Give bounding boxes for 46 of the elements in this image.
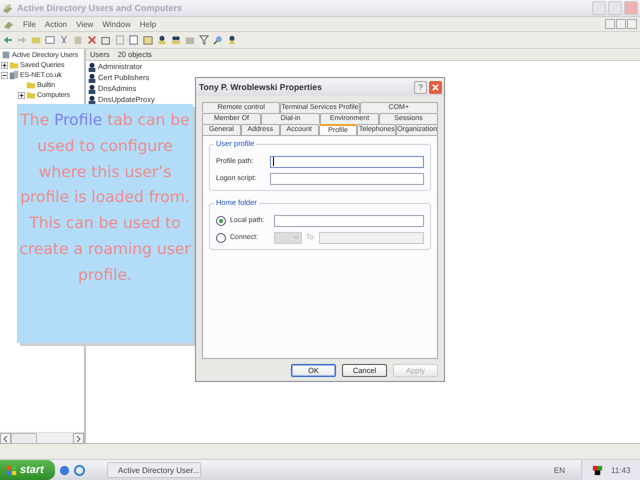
menu-item[interactable]: View [76, 20, 94, 28]
input-field[interactable] [274, 214, 424, 226]
taskbar-button[interactable]: Active Directory User... [107, 462, 201, 478]
delete-icon[interactable] [87, 35, 97, 45]
language-indicator[interactable]: EN [554, 466, 577, 474]
window-title: Active Directory Users and Computers [17, 3, 182, 13]
menu-item[interactable]: Action [44, 20, 68, 28]
expander-icon[interactable] [1, 72, 8, 78]
user-icon [87, 84, 97, 94]
help-button[interactable]: ? [414, 80, 427, 94]
back-icon[interactable] [3, 35, 13, 45]
find-icon[interactable] [213, 35, 223, 45]
close-button[interactable] [429, 80, 442, 94]
cut-icon[interactable] [59, 35, 69, 45]
input-field[interactable] [319, 232, 424, 244]
radio-button[interactable] [216, 232, 226, 242]
close-button[interactable] [627, 19, 637, 29]
menu-item[interactable]: Window [102, 20, 131, 28]
expander-icon[interactable] [1, 62, 8, 68]
dialog-title: Tony P. Wroblewski Properties [199, 82, 322, 92]
restore-button[interactable] [616, 19, 626, 29]
radio-button[interactable] [216, 216, 226, 226]
domain-icon [9, 70, 19, 80]
user-icon[interactable] [157, 35, 167, 45]
network-icon[interactable] [592, 464, 603, 476]
scrollbar-thumb[interactable] [11, 433, 37, 444]
expander-icon[interactable] [18, 92, 25, 98]
user-icon [87, 72, 97, 82]
callout-text: The Profile tab can be used to configure where this user’s profile is loaded from. This can be used to create a roaming user profile. [17, 104, 193, 343]
menu-item[interactable]: File [23, 20, 36, 28]
user-icon [87, 94, 97, 104]
filter-icon[interactable] [199, 35, 209, 45]
windows-flag-icon [6, 464, 17, 476]
scroll-right-button[interactable] [73, 433, 84, 444]
menu-item[interactable]: Help [140, 20, 156, 28]
chevron-down-icon [293, 235, 299, 240]
clock: 11:43 [611, 466, 630, 474]
group-icon[interactable] [171, 35, 181, 45]
close-icon [431, 82, 440, 92]
user-icon [87, 62, 97, 72]
minimize-button[interactable] [605, 19, 615, 29]
input-field[interactable] [270, 172, 424, 184]
app-icon [2, 2, 13, 14]
user-icon[interactable] [227, 35, 237, 45]
scroll-left-button[interactable] [0, 433, 11, 444]
input-field[interactable] [270, 156, 424, 168]
